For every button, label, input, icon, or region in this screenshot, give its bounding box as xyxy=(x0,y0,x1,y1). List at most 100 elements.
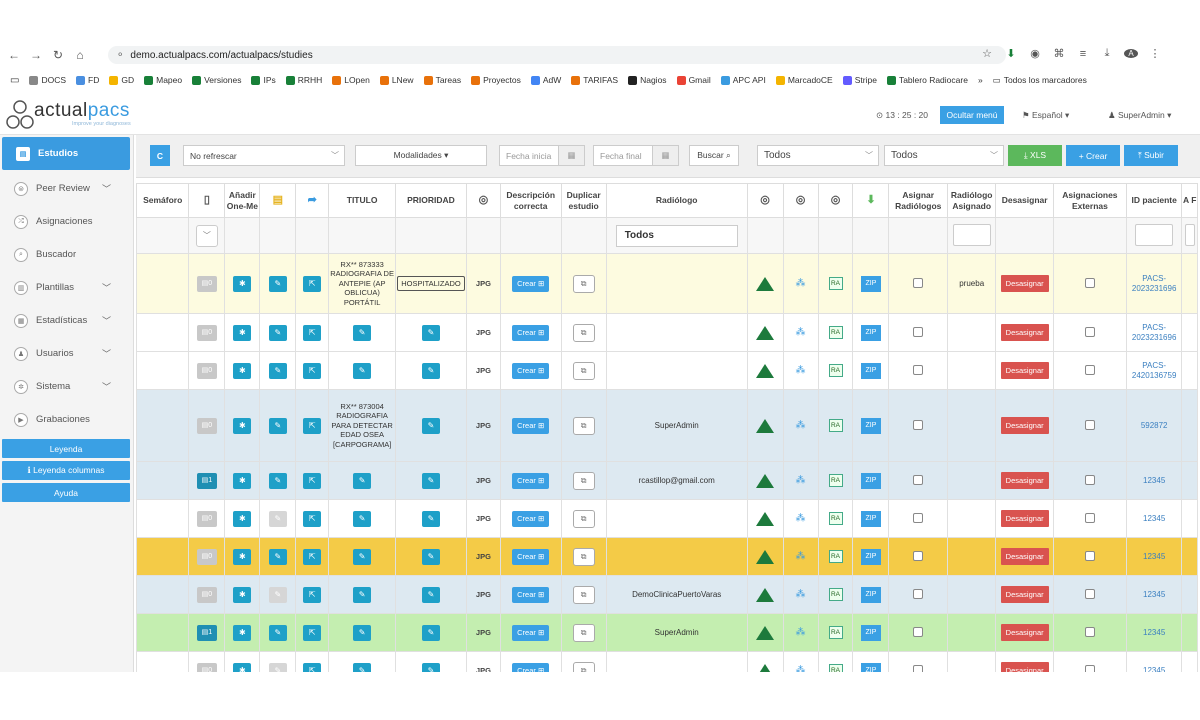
edit-note-button[interactable]: ✎ xyxy=(268,624,287,641)
external-assignment-checkbox[interactable] xyxy=(1084,512,1095,523)
network-share-icon[interactable]: ⁂ xyxy=(796,365,806,376)
zip-download-button[interactable]: ZIP xyxy=(860,324,881,341)
edit-note-button[interactable]: ✎ xyxy=(268,472,287,489)
jpg-download-icon[interactable]: JPG xyxy=(476,628,491,637)
jpg-download-icon[interactable]: JPG xyxy=(476,476,491,485)
share-button[interactable]: ⇱ xyxy=(303,586,322,603)
external-assignment-checkbox[interactable] xyxy=(1084,277,1095,288)
desasignar-button[interactable]: Desasignar xyxy=(1000,548,1049,565)
edit-title-button[interactable]: ✎ xyxy=(353,324,372,341)
add-one-me-button[interactable]: ✱ xyxy=(233,548,252,565)
sidebar-item-estudios[interactable]: ▤ Estudios xyxy=(2,137,130,170)
zip-download-button[interactable]: ZIP xyxy=(860,472,881,489)
add-one-me-button[interactable]: ✱ xyxy=(233,662,252,672)
desasignar-button[interactable]: Desasignar xyxy=(1000,624,1049,641)
duplicate-study-button[interactable]: ⧉ xyxy=(572,323,595,342)
language-selector[interactable]: ⚑ Español ▾ xyxy=(1022,110,1069,121)
extra-filter[interactable] xyxy=(1184,223,1195,246)
column-header[interactable]: ◎ xyxy=(817,183,854,218)
hide-menu-button[interactable]: Ocultar menú xyxy=(940,106,1004,124)
edit-title-button[interactable]: ✎ xyxy=(353,586,372,603)
column-header[interactable]: Duplicar estudio xyxy=(560,183,607,218)
modalidades-dropdown[interactable]: Modalidades ▾ xyxy=(355,145,487,166)
extensions-icon[interactable]: ⌘ xyxy=(1052,47,1066,60)
zip-download-button[interactable]: ZIP xyxy=(860,362,881,379)
ra-report-icon[interactable]: RA xyxy=(828,588,843,601)
filter-select-2[interactable]: Todos ﹀ xyxy=(884,145,1004,166)
radiologo-asignado-filter[interactable] xyxy=(952,223,991,246)
column-header[interactable]: ◎ xyxy=(746,183,784,218)
download-ext-icon[interactable]: ⬇ xyxy=(1004,47,1018,60)
report-count-badge[interactable]: ▤0 xyxy=(196,275,217,292)
home-icon[interactable]: ⌂ xyxy=(72,47,88,63)
table-row[interactable]: ▤0 ✱ ✎ ⇱ ✎ ✎ JPG Crear ⊞ ⧉ ⁂ RA ZIP Desasignar 12345 xyxy=(136,651,1198,672)
ra-report-icon[interactable]: RA xyxy=(828,474,843,487)
ra-report-icon[interactable]: RA xyxy=(828,364,843,377)
sidebar-item-sistema[interactable]: ✲ Sistema ﹀ xyxy=(0,370,133,403)
edit-note-button[interactable]: ✎ xyxy=(268,510,287,527)
add-one-me-button[interactable]: ✱ xyxy=(233,324,252,341)
network-share-icon[interactable]: ⁂ xyxy=(796,627,806,638)
patient-id-link[interactable]: 12345 xyxy=(1143,590,1165,599)
duplicate-study-button[interactable]: ⧉ xyxy=(572,661,595,672)
bookmark-item[interactable]: DOCS xyxy=(29,75,66,85)
fecha-final-input[interactable]: Fecha final ▦ xyxy=(593,145,679,166)
external-assignment-checkbox[interactable] xyxy=(1084,626,1095,637)
subir-button[interactable]: ⤒ Subir xyxy=(1124,145,1178,166)
network-share-icon[interactable]: ⁂ xyxy=(796,589,806,600)
viewer-icon[interactable] xyxy=(756,549,775,564)
external-assignment-checkbox[interactable] xyxy=(1084,364,1095,375)
ra-report-icon[interactable]: RA xyxy=(828,664,843,672)
report-count-badge[interactable]: ▤0 xyxy=(196,662,217,672)
edit-priority-button[interactable]: ✎ xyxy=(421,548,440,565)
ra-report-icon[interactable]: RA xyxy=(828,512,843,525)
edit-note-button[interactable]: ✎ xyxy=(268,362,287,379)
patient-id-link[interactable]: PACS-2420136759 xyxy=(1132,361,1177,380)
network-share-icon[interactable]: ⁂ xyxy=(796,475,806,486)
assign-radiologist-checkbox[interactable] xyxy=(913,550,924,561)
desasignar-button[interactable]: Desasignar xyxy=(1000,362,1049,379)
share-button[interactable]: ⇱ xyxy=(303,510,322,527)
zip-download-button[interactable]: ZIP xyxy=(860,275,881,292)
viewer-icon[interactable] xyxy=(756,663,775,672)
table-row[interactable]: ▤1 ✱ ✎ ⇱ ✎ ✎ JPG Crear ⊞ ⧉ SuperAdmin ⁂ RA ZIP Desasi… xyxy=(136,613,1198,652)
bookmark-item[interactable]: Proyectos xyxy=(471,75,521,85)
external-assignment-checkbox[interactable] xyxy=(1084,664,1095,672)
add-one-me-button[interactable]: ✱ xyxy=(233,417,252,434)
bookmarks-overflow-button[interactable]: » xyxy=(978,75,983,85)
table-row[interactable]: ▤0 ✱ ✎ ⇱ ✎ ✎ JPG Crear ⊞ ⧉ ⁂ RA ZIP Desasignar PACS-2… xyxy=(136,313,1198,352)
add-one-me-button[interactable]: ✱ xyxy=(233,586,252,603)
crear-description-button[interactable]: Crear ⊞ xyxy=(512,472,550,489)
share-button[interactable]: ⇱ xyxy=(303,472,322,489)
column-header[interactable]: ID paciente xyxy=(1125,183,1183,218)
report-count-badge[interactable]: ▤0 xyxy=(196,586,217,603)
crear-description-button[interactable]: Crear ⊞ xyxy=(512,662,550,672)
column-header[interactable]: Radiólogo xyxy=(605,183,748,218)
sidebar-item-peer-review[interactable]: ⊜ Peer Review ﹀ xyxy=(0,172,133,205)
assign-radiologist-checkbox[interactable] xyxy=(913,512,924,523)
external-assignment-checkbox[interactable] xyxy=(1084,474,1095,485)
column-header[interactable]: ◎ xyxy=(465,183,501,218)
share-button[interactable]: ⇱ xyxy=(303,324,322,341)
column-header[interactable]: Asignar Radiólogos xyxy=(888,183,949,218)
bookmark-item[interactable]: Gmail xyxy=(676,75,711,85)
forward-icon[interactable]: → xyxy=(28,47,44,63)
zip-download-button[interactable]: ZIP xyxy=(860,510,881,527)
crear-description-button[interactable]: Crear ⊞ xyxy=(512,624,550,641)
jpg-download-icon[interactable]: JPG xyxy=(476,590,491,599)
leyenda-button[interactable]: Leyenda xyxy=(2,439,130,458)
viewer-icon[interactable] xyxy=(756,325,775,340)
bookmark-folder-icon[interactable]: ▭ xyxy=(10,75,19,86)
table-row[interactable]: ▤0 ✱ ✎ ⇱ RX** 873333 RADIOGRAFIA DE ANTEPIE … xyxy=(136,253,1198,314)
report-count-badge[interactable]: ▤0 xyxy=(196,417,217,434)
bookmark-item[interactable]: Mapeo xyxy=(144,75,182,85)
edit-priority-button[interactable]: ✎ xyxy=(421,586,440,603)
desasignar-button[interactable]: Desasignar xyxy=(1000,662,1049,672)
edit-priority-button[interactable]: ✎ xyxy=(421,662,440,672)
patient-id-link[interactable]: PACS-2023231696 xyxy=(1132,323,1177,342)
address-bar[interactable]: ⚬ demo.actualpacs.com/actualpacs/studies xyxy=(108,46,1006,64)
duplicate-study-button[interactable]: ⧉ xyxy=(572,585,595,604)
external-assignment-checkbox[interactable] xyxy=(1084,550,1095,561)
buscar-button[interactable]: Buscar ⌕ xyxy=(689,145,739,166)
edit-title-button[interactable]: ✎ xyxy=(353,624,372,641)
